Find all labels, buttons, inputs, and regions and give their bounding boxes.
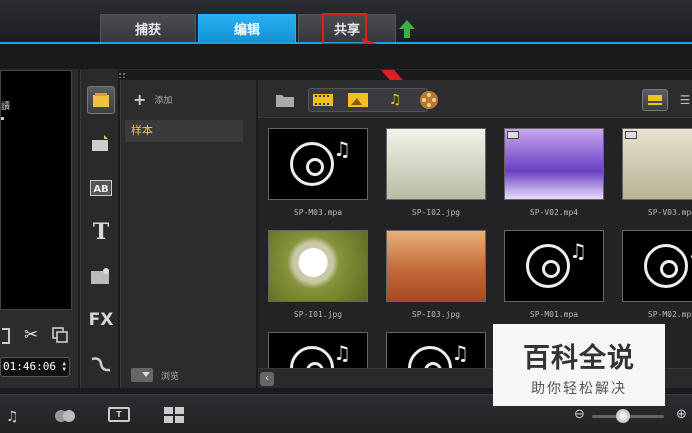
watermark-subtitle: 助你轻松解决 (531, 381, 627, 397)
audio-disc-icon (290, 346, 334, 368)
music-note-icon: ♫ (333, 137, 351, 161)
media-thumbnail[interactable] (386, 230, 486, 302)
folder-item-sample[interactable]: 样本 (125, 120, 243, 142)
thumbnail-label: SP-M02.mpa (647, 310, 692, 319)
thumbnail-label: SP-I01.jpg (293, 310, 343, 319)
add-folder-button[interactable]: + 添加 (133, 90, 172, 109)
media-library-icon[interactable] (87, 86, 115, 114)
mark-out-icon[interactable] (2, 328, 10, 344)
tab-edit[interactable]: 编辑 (198, 14, 296, 42)
thumbnail-label: SP-V02.mp4 (529, 208, 579, 217)
media-thumbnail[interactable] (622, 128, 692, 200)
watermark-logo: 百科全说 助你轻松解决 (493, 324, 665, 406)
transition-icon[interactable] (87, 130, 115, 158)
open-folder-icon[interactable] (272, 89, 298, 111)
library-toolbar: ♫ ☰ (258, 80, 692, 118)
watermark-title: 百科全说 (523, 343, 635, 374)
video-editor-window: 捕获 编辑 共享 讀 ✂ 01:46:06 ▲ ▼ AB T FX + 添加 样… (0, 0, 692, 433)
preview-dot (1, 117, 4, 120)
media-thumbnail[interactable] (386, 128, 486, 200)
music-note-icon: ♫ (333, 341, 351, 365)
thumbnail-label: SP-V03.mp4 (647, 208, 692, 217)
show-photo-icon[interactable] (345, 89, 371, 111)
thumbnail-view-icon[interactable] (642, 89, 668, 111)
graphic-icon[interactable] (87, 262, 115, 290)
preview-screen: 讀 (0, 70, 72, 310)
tab-capture[interactable]: 捕获 (100, 14, 196, 42)
title-t-icon[interactable]: T (87, 218, 115, 246)
timecode-field[interactable]: 01:46:06 ▲ ▼ (0, 357, 70, 377)
library-folder-panel: + 添加 样本 浏览 (120, 80, 256, 388)
media-thumbnail[interactable] (504, 128, 604, 200)
thumbnail-label: SP-I02.jpg (411, 208, 461, 217)
overlay-circles-icon[interactable] (54, 408, 78, 427)
media-thumbnail[interactable] (268, 230, 368, 302)
music-note-icon: ♫ (687, 239, 692, 263)
sound-mixer-icon[interactable]: ♫ (6, 409, 19, 425)
preview-panel: 讀 ✂ 01:46:06 ▲ ▼ (0, 70, 78, 388)
browse-button[interactable]: 浏览 (131, 368, 179, 382)
copy-icon[interactable] (52, 327, 68, 343)
timecode-spinner-icon[interactable]: ▲ ▼ (62, 361, 66, 373)
title-ab-icon[interactable]: AB (87, 174, 115, 202)
media-thumbnail[interactable]: ♫ (504, 230, 604, 302)
list-view-icon[interactable]: ☰ (672, 89, 692, 111)
media-thumbnail[interactable]: ♫ (386, 332, 486, 368)
media-thumbnail[interactable]: ♫ (622, 230, 692, 302)
audio-disc-icon (526, 244, 570, 288)
thumbnail-label: SP-M01.mpa (529, 310, 579, 319)
media-thumbnail[interactable]: ♫ (268, 332, 368, 368)
zoom-out-icon[interactable]: ⊖ (574, 407, 585, 422)
show-audio-icon[interactable]: ♫ (382, 89, 408, 111)
fx-filter-icon[interactable]: FX (87, 306, 115, 334)
plus-icon: + (133, 90, 147, 109)
audio-disc-icon (290, 142, 334, 186)
video-badge-icon (625, 131, 637, 139)
preview-text: 讀 (1, 102, 11, 112)
media-thumbnail[interactable]: ♫ (268, 128, 368, 200)
browse-icon (131, 368, 153, 382)
show-video-icon[interactable] (310, 89, 336, 111)
browse-label: 浏览 (161, 371, 180, 382)
music-note-icon: ♫ (569, 239, 587, 263)
audio-disc-icon (408, 346, 452, 368)
thumbnail-label: SP-I03.jpg (411, 310, 461, 319)
library-category-bar: AB T FX (80, 70, 118, 388)
add-folder-label: 添加 (154, 96, 173, 106)
toolbar-strip (0, 44, 692, 70)
scroll-left-icon[interactable]: ‹ (260, 372, 274, 386)
scissors-icon[interactable]: ✂ (24, 325, 38, 345)
zoom-in-icon[interactable]: ⊕ (676, 407, 687, 422)
video-badge-icon (507, 131, 519, 139)
music-note-icon: ♫ (451, 341, 469, 365)
thumbnail-label: SP-M03.mpa (293, 208, 343, 217)
zoom-slider-handle[interactable] (616, 409, 630, 423)
audio-disc-icon (644, 244, 688, 288)
title-track-icon[interactable]: T (108, 407, 130, 422)
storyboard-grid-icon[interactable] (164, 407, 184, 423)
path-icon[interactable] (87, 350, 115, 378)
film-reel-icon[interactable] (416, 89, 442, 111)
svg-text:AB: AB (93, 184, 108, 195)
timecode-value: 01:46:06 (3, 360, 56, 373)
